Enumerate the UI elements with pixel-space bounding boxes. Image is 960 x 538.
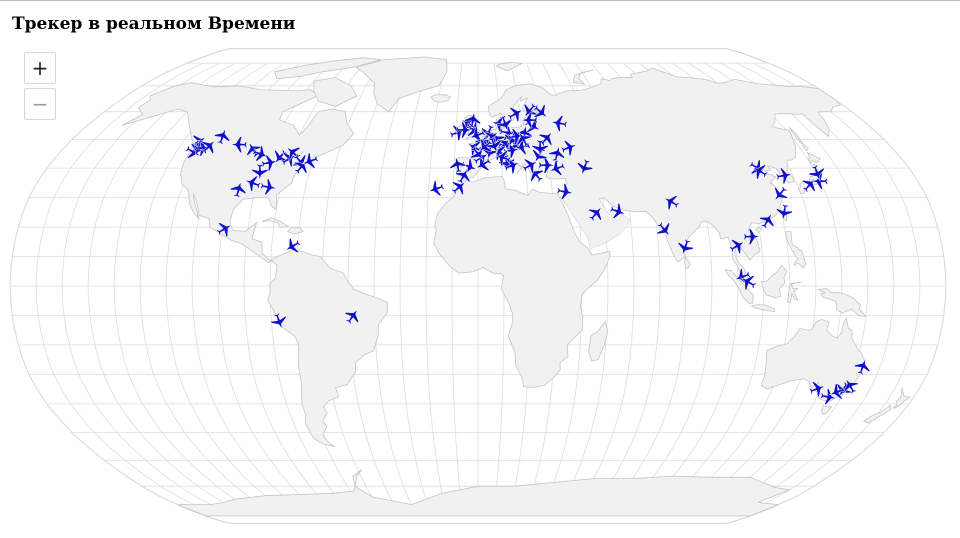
zoom-out-button[interactable]: − — [24, 88, 56, 120]
zoom-in-button[interactable]: + — [24, 52, 56, 84]
world-map[interactable] — [0, 0, 960, 538]
zoom-control: + − — [24, 52, 56, 124]
